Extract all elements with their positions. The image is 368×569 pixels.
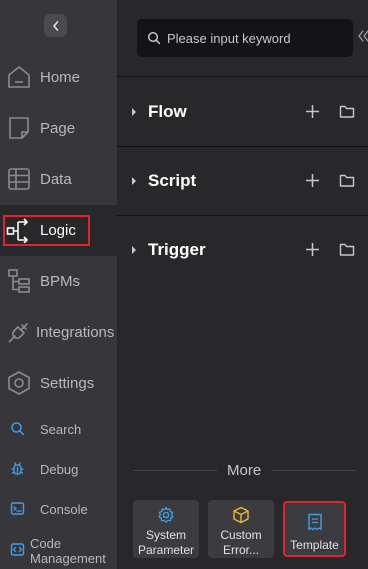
nav-item-bpms[interactable]: BPMs	[0, 256, 117, 307]
card-label: System Parameter	[133, 528, 199, 558]
add-folder-icon[interactable]	[339, 242, 355, 257]
card-label-line2: Error...	[222, 543, 259, 557]
add-folder-icon[interactable]	[339, 173, 355, 188]
card-label-line1: Custom	[220, 528, 262, 542]
nav-item-label: Home	[40, 69, 81, 86]
nav-item-settings[interactable]: Settings	[0, 358, 117, 409]
nav-item-label: Page	[40, 120, 76, 137]
add-folder-icon[interactable]	[339, 104, 355, 119]
home-icon	[6, 64, 32, 90]
page-icon	[6, 115, 32, 141]
card-label-line2: Template	[290, 538, 339, 552]
section-title: Trigger	[148, 240, 206, 259]
card-label-line1: System	[145, 528, 186, 542]
cube-icon	[232, 506, 250, 524]
more-label: More	[227, 462, 262, 479]
divider	[117, 146, 368, 147]
template-card[interactable]: Template	[283, 501, 346, 557]
divider	[117, 215, 368, 216]
left-navigation: Home Page Data Logic BPMs Integrations S…	[0, 0, 117, 569]
collapse-panel-icon[interactable]	[357, 28, 368, 44]
chevron-left-icon	[52, 20, 58, 31]
more-divider-right	[272, 470, 356, 471]
system-parameter-card[interactable]: System Parameter	[133, 500, 199, 558]
tool-item-label-line2: Management	[30, 551, 106, 566]
tool-item-label: Code Management	[30, 536, 106, 566]
tool-item-label: Search	[40, 422, 82, 437]
search-input[interactable]	[167, 19, 347, 57]
gear-icon	[157, 506, 175, 524]
more-divider-left	[133, 470, 217, 471]
section-trigger[interactable]: Trigger	[117, 230, 368, 270]
custom-error-card[interactable]: Custom Error...	[208, 500, 274, 558]
search-icon	[10, 421, 25, 436]
card-label: Template	[285, 523, 344, 553]
section-flow[interactable]: Flow	[117, 92, 368, 132]
tool-item-debug[interactable]: Debug	[0, 450, 117, 486]
section-title: Flow	[148, 102, 187, 121]
nav-item-integrations[interactable]: Integrations	[0, 307, 117, 358]
hexagon-gear-icon	[6, 370, 32, 396]
code-icon	[10, 542, 25, 557]
caret-right-icon	[132, 108, 136, 116]
caret-right-icon	[132, 246, 136, 254]
nav-item-data[interactable]: Data	[0, 154, 117, 205]
bug-icon	[10, 461, 25, 476]
tool-item-label: Debug	[40, 462, 79, 477]
card-label-line2: Parameter	[137, 543, 195, 557]
caret-right-icon	[132, 177, 136, 185]
nav-item-label: Integrations	[36, 324, 115, 341]
tool-item-label-line1: Code	[30, 536, 62, 551]
nav-item-page[interactable]: Page	[0, 103, 117, 154]
section-script[interactable]: Script	[117, 161, 368, 201]
table-icon	[6, 166, 32, 192]
add-script-icon[interactable]	[305, 173, 320, 188]
search-icon	[147, 31, 161, 45]
tool-item-search[interactable]: Search	[0, 410, 117, 446]
nav-item-label: Data	[40, 171, 72, 188]
nav-item-label: BPMs	[40, 273, 81, 290]
tool-item-label: Console	[40, 502, 88, 517]
tool-item-code-management[interactable]: Code Management	[0, 530, 117, 566]
divider	[117, 76, 368, 77]
section-title: Script	[148, 171, 197, 190]
add-flow-icon[interactable]	[305, 104, 320, 119]
terminal-icon	[10, 501, 25, 516]
nav-item-label: Settings	[40, 375, 95, 392]
tool-item-console[interactable]: Console	[0, 490, 117, 526]
add-trigger-icon[interactable]	[305, 242, 320, 257]
plug-icon	[6, 319, 32, 345]
logic-panel: Flow Script Trigger More SystemParameter…	[117, 0, 368, 569]
bpm-tree-icon	[6, 268, 32, 294]
card-label: Custom Error...	[208, 528, 274, 558]
active-highlight-frame	[3, 215, 90, 246]
nav-item-home[interactable]: Home	[0, 52, 117, 103]
search-box[interactable]	[137, 19, 353, 57]
collapse-sidebar-button[interactable]	[44, 14, 67, 37]
